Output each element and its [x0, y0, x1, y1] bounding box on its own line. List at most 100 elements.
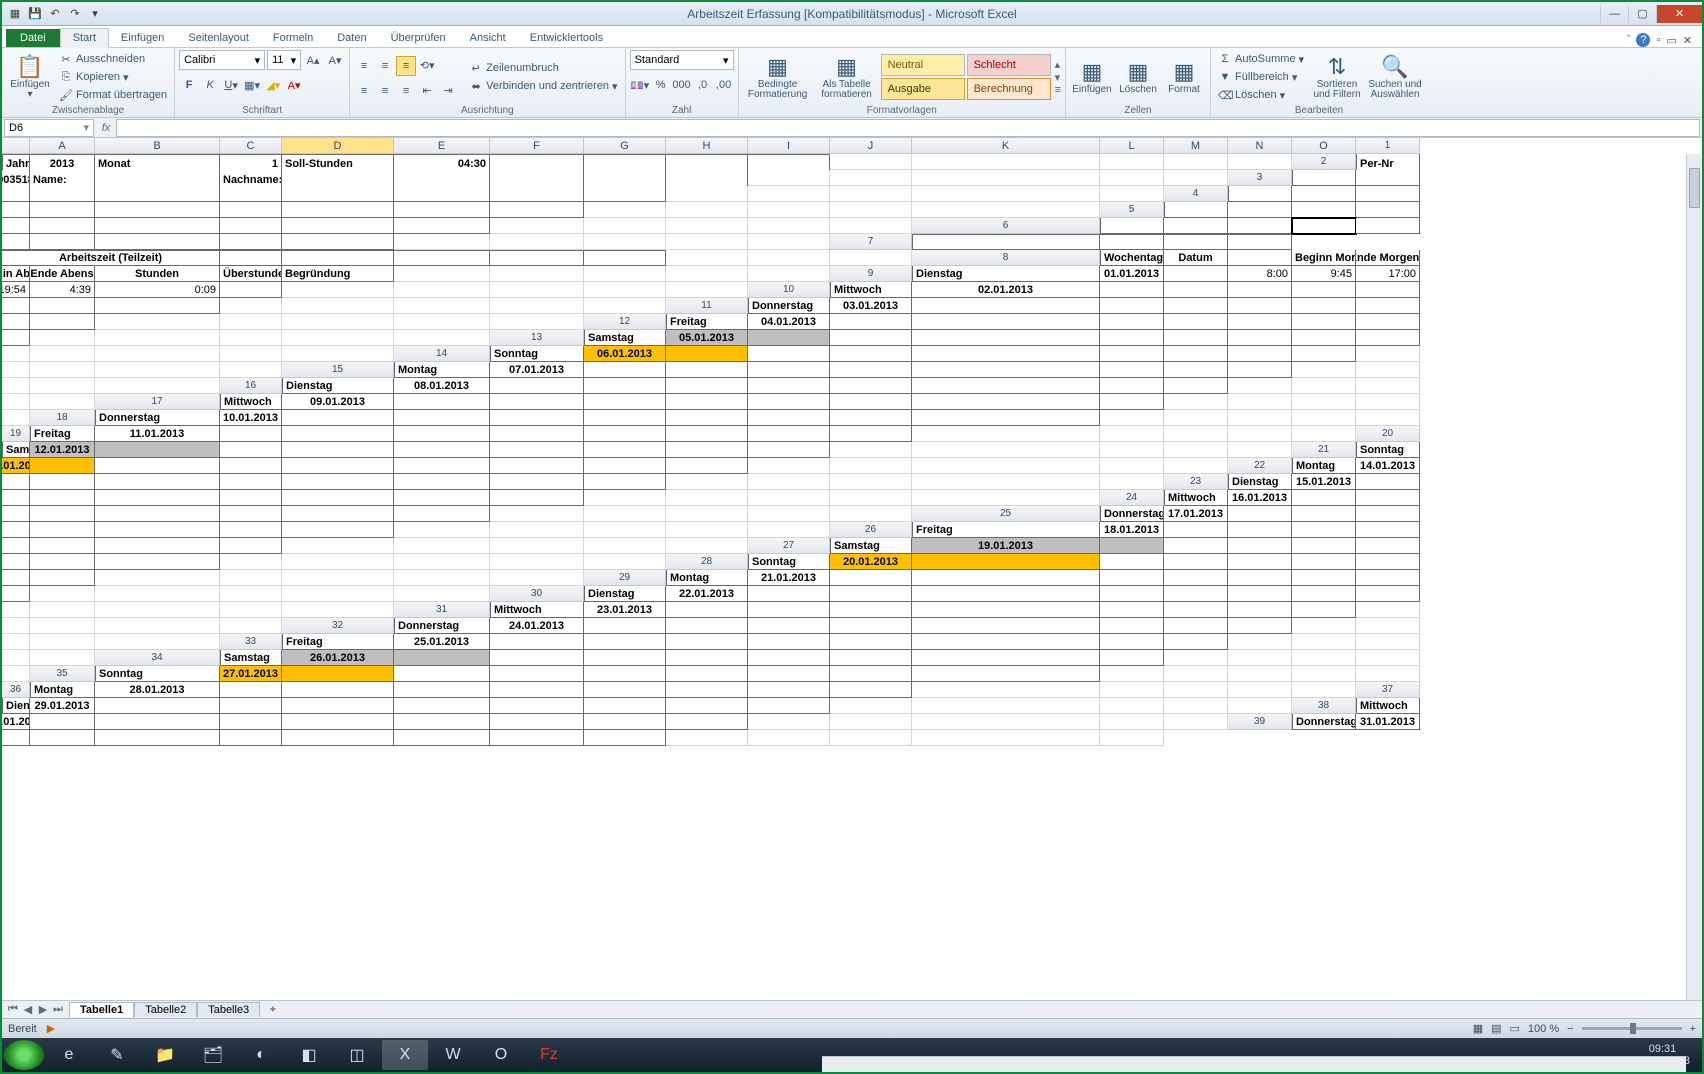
new-sheet-icon[interactable]: ✦ [260, 1003, 285, 1016]
cell[interactable]: 10.01.2013 [220, 410, 282, 426]
cell[interactable]: 18 [30, 410, 95, 426]
cell[interactable] [1164, 714, 1228, 730]
cell[interactable]: Ende Abens [30, 266, 95, 282]
cell[interactable] [1100, 330, 1164, 346]
cell[interactable] [1164, 618, 1228, 634]
cell[interactable]: Samstag [584, 330, 666, 346]
cell[interactable] [912, 170, 1100, 186]
cell[interactable]: 30.01.2013 [2, 714, 30, 730]
find-select-button[interactable]: 🔍Suchen und Auswählen [1367, 50, 1423, 104]
cell[interactable] [95, 586, 220, 602]
cell[interactable] [748, 586, 830, 602]
cell[interactable] [584, 282, 666, 298]
cell[interactable] [490, 314, 584, 330]
cell[interactable]: Mittwoch [1164, 490, 1228, 506]
cell[interactable] [584, 362, 666, 378]
cell[interactable] [1164, 458, 1228, 474]
cell[interactable] [1292, 218, 1356, 234]
cell[interactable] [1356, 506, 1420, 522]
tab-ansicht[interactable]: Ansicht [458, 29, 518, 47]
cell[interactable] [748, 394, 830, 410]
cell[interactable] [666, 250, 748, 266]
cell[interactable] [1100, 474, 1164, 490]
cell[interactable] [748, 458, 830, 474]
cell[interactable] [490, 234, 584, 250]
zoom-in-icon[interactable]: + [1690, 1023, 1696, 1035]
cell[interactable] [1100, 298, 1164, 314]
cell[interactable] [830, 202, 912, 218]
cell[interactable] [220, 314, 282, 330]
cell[interactable] [748, 266, 830, 282]
start-button[interactable] [4, 1040, 44, 1070]
cell[interactable] [95, 570, 220, 586]
cell[interactable] [584, 298, 666, 314]
cell[interactable] [30, 650, 95, 666]
cell[interactable]: 02.01.2013 [912, 282, 1100, 298]
cell[interactable] [584, 378, 666, 394]
cell[interactable]: 22 [1228, 458, 1292, 474]
cell[interactable] [1292, 186, 1356, 202]
cell[interactable] [95, 458, 220, 474]
cell[interactable] [220, 714, 282, 730]
cell[interactable] [666, 474, 748, 490]
cell[interactable] [282, 538, 394, 554]
cell[interactable] [220, 362, 282, 378]
cell[interactable] [220, 618, 282, 634]
taskbar-app-icon[interactable]: ✎ [94, 1040, 140, 1070]
cell[interactable]: G [584, 138, 666, 154]
cell[interactable] [1292, 650, 1356, 666]
cell[interactable] [30, 378, 95, 394]
cell[interactable] [282, 506, 394, 522]
cell[interactable] [95, 298, 220, 314]
cell[interactable] [394, 410, 490, 426]
tab-überprüfen[interactable]: Überprüfen [379, 29, 458, 47]
cell[interactable] [748, 506, 830, 522]
cell[interactable] [220, 682, 282, 698]
cell[interactable] [95, 634, 220, 650]
cell[interactable]: O [1292, 138, 1356, 154]
cell[interactable] [666, 410, 748, 426]
cell[interactable] [1228, 154, 1292, 170]
cell[interactable] [748, 426, 830, 442]
cell[interactable] [95, 346, 220, 362]
cell[interactable] [1292, 634, 1356, 650]
tab-daten[interactable]: Daten [325, 29, 378, 47]
cell[interactable] [830, 570, 912, 586]
cell[interactable] [748, 250, 830, 266]
cell[interactable] [1100, 570, 1164, 586]
cell[interactable]: F [490, 138, 584, 154]
cell[interactable] [30, 202, 95, 218]
cell[interactable]: Überstunden [220, 266, 282, 282]
cell[interactable]: 29 [584, 570, 666, 586]
cell[interactable] [584, 410, 666, 426]
spreadsheet-grid[interactable]: ABCDEFGHIJKLMNO1Jahr2013Monat1Soll-Stund… [2, 138, 1702, 1000]
cell[interactable]: 20 [1356, 426, 1420, 442]
cell[interactable] [1356, 378, 1420, 394]
cell[interactable] [2, 314, 30, 330]
cell[interactable] [394, 522, 490, 538]
cell[interactable] [220, 442, 282, 458]
cell[interactable]: 4:39 [30, 282, 95, 298]
font-name-select[interactable]: Calibri▾ [179, 50, 265, 70]
cell[interactable] [666, 442, 748, 458]
cell[interactable] [1164, 410, 1228, 426]
cell[interactable] [30, 714, 95, 730]
cell[interactable] [584, 442, 666, 458]
cell[interactable]: 27.01.2013 [220, 666, 282, 682]
cell[interactable] [748, 234, 830, 250]
cell[interactable] [1356, 522, 1420, 538]
cell[interactable] [95, 442, 220, 458]
cell[interactable] [912, 730, 1100, 746]
cell[interactable]: 07.01.2013 [490, 362, 584, 378]
cell[interactable] [666, 458, 748, 474]
cell[interactable] [830, 442, 912, 458]
cell[interactable] [1100, 458, 1164, 474]
cell[interactable] [1292, 378, 1356, 394]
cell[interactable] [584, 682, 666, 698]
cell[interactable] [1356, 570, 1420, 586]
cell[interactable]: 25 [912, 506, 1100, 522]
cell[interactable] [1292, 490, 1356, 506]
cell[interactable]: H [666, 138, 748, 154]
cell[interactable] [2, 378, 30, 394]
fx-icon[interactable]: fx [96, 122, 116, 134]
